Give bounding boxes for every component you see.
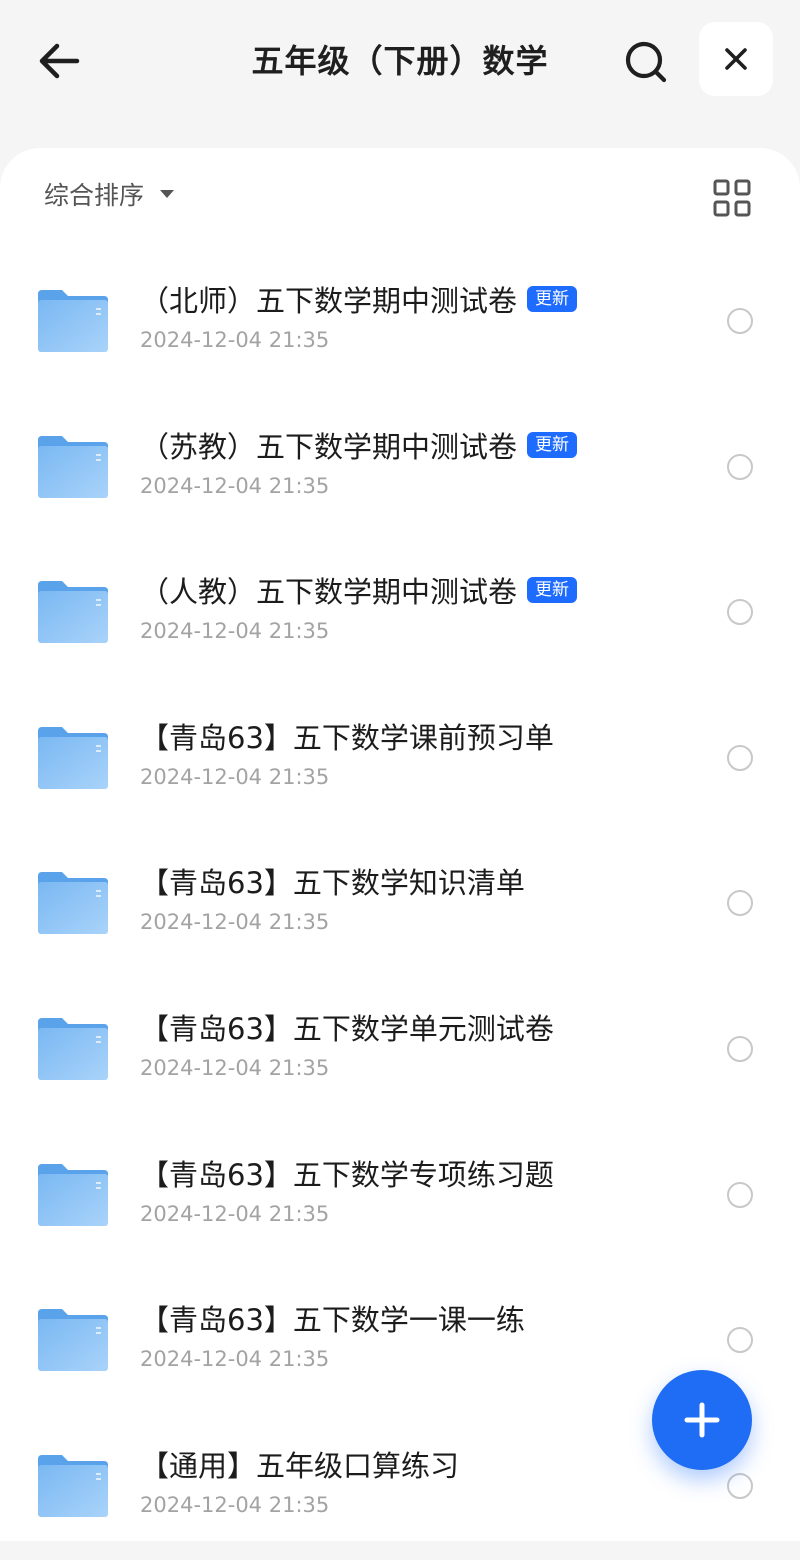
file-name: 【青岛63】五下数学单元测试卷 [140,1011,554,1046]
folder-icon [38,435,108,498]
close-button[interactable] [699,22,773,96]
page-title: 五年级（下册）数学 [251,42,549,80]
file-date: 2024-12-04 21:35 [140,1347,330,1372]
update-badge: 更新 [527,431,578,458]
folder-icon [38,872,108,935]
select-radio[interactable] [727,453,753,480]
select-radio[interactable] [727,308,753,334]
file-date: 2024-12-04 21:35 [140,910,330,935]
list-item[interactable]: 【青岛63】五下数学单元测试卷 2024-12-04 21:35 [0,978,800,1124]
file-name: 【青岛63】五下数学课前预习单 [140,720,554,755]
back-button[interactable] [34,38,84,84]
list-item[interactable]: （苏教）五下数学期中测试卷 更新 2024-12-04 21:35 [0,396,800,542]
select-radio[interactable] [727,1327,753,1354]
folder-icon [38,1163,108,1226]
list-item[interactable]: 【青岛63】五下数学专项练习题 2024-12-04 21:35 [0,1124,800,1270]
file-date: 2024-12-04 21:35 [140,473,330,498]
top-bar: 五年级（下册）数学 [0,0,800,150]
list-item[interactable]: 【青岛63】五下数学知识清单 2024-12-04 21:35 [0,832,800,978]
file-name: 【青岛63】五下数学知识清单 [140,866,525,901]
file-date: 2024-12-04 21:35 [140,764,330,789]
select-radio[interactable] [727,1181,753,1208]
list-item[interactable]: （人教）五下数学期中测试卷 更新 2024-12-04 21:35 [0,541,800,687]
folder-icon [38,1017,108,1080]
folder-icon [38,581,108,644]
folder-icon [38,1309,108,1372]
file-name: （苏教）五下数学期中测试卷 [140,429,518,464]
search-icon [625,41,667,83]
file-name: 【青岛63】五下数学专项练习题 [140,1157,554,1192]
file-date: 2024-12-04 21:35 [140,619,330,644]
list-item[interactable]: 【青岛63】五下数学课前预习单 2024-12-04 21:35 [0,687,800,833]
file-date: 2024-12-04 21:35 [140,1492,330,1517]
file-name: 【青岛63】五下数学一课一练 [140,1303,525,1338]
back-arrow-icon [39,43,80,79]
folder-icon [38,726,108,789]
sort-label: 综合排序 [44,181,145,210]
file-list-panel: 综合排序 （北师）五下数学期中测试卷 更新 2024-12-04 21:35 （… [0,148,800,1541]
close-icon [725,48,747,70]
search-button[interactable] [620,36,672,88]
select-radio[interactable] [727,1472,753,1499]
folder-icon [38,290,108,352]
list-item[interactable]: （北师）五下数学期中测试卷 更新 2024-12-04 21:35 [0,250,800,396]
update-badge: 更新 [527,286,578,312]
plus-icon [684,1402,720,1438]
file-date: 2024-12-04 21:35 [140,1201,330,1226]
file-name: 【通用】五年级口算练习 [140,1448,460,1483]
folder-icon [38,1454,108,1517]
update-badge: 更新 [527,577,578,604]
select-radio[interactable] [727,599,753,626]
file-list: （北师）五下数学期中测试卷 更新 2024-12-04 21:35 （苏教）五下… [0,250,800,1560]
sort-dropdown[interactable]: 综合排序 [44,176,175,212]
select-radio[interactable] [727,890,753,917]
file-date: 2024-12-04 21:35 [140,328,330,352]
file-name: （人教）五下数学期中测试卷 [140,575,518,610]
add-button[interactable] [652,1370,752,1470]
file-date: 2024-12-04 21:35 [140,1055,330,1080]
file-name: （北师）五下数学期中测试卷 [140,284,518,318]
select-radio[interactable] [727,1035,753,1062]
select-radio[interactable] [727,744,753,771]
caret-down-icon [160,190,175,198]
grid-view-icon[interactable] [712,178,752,218]
